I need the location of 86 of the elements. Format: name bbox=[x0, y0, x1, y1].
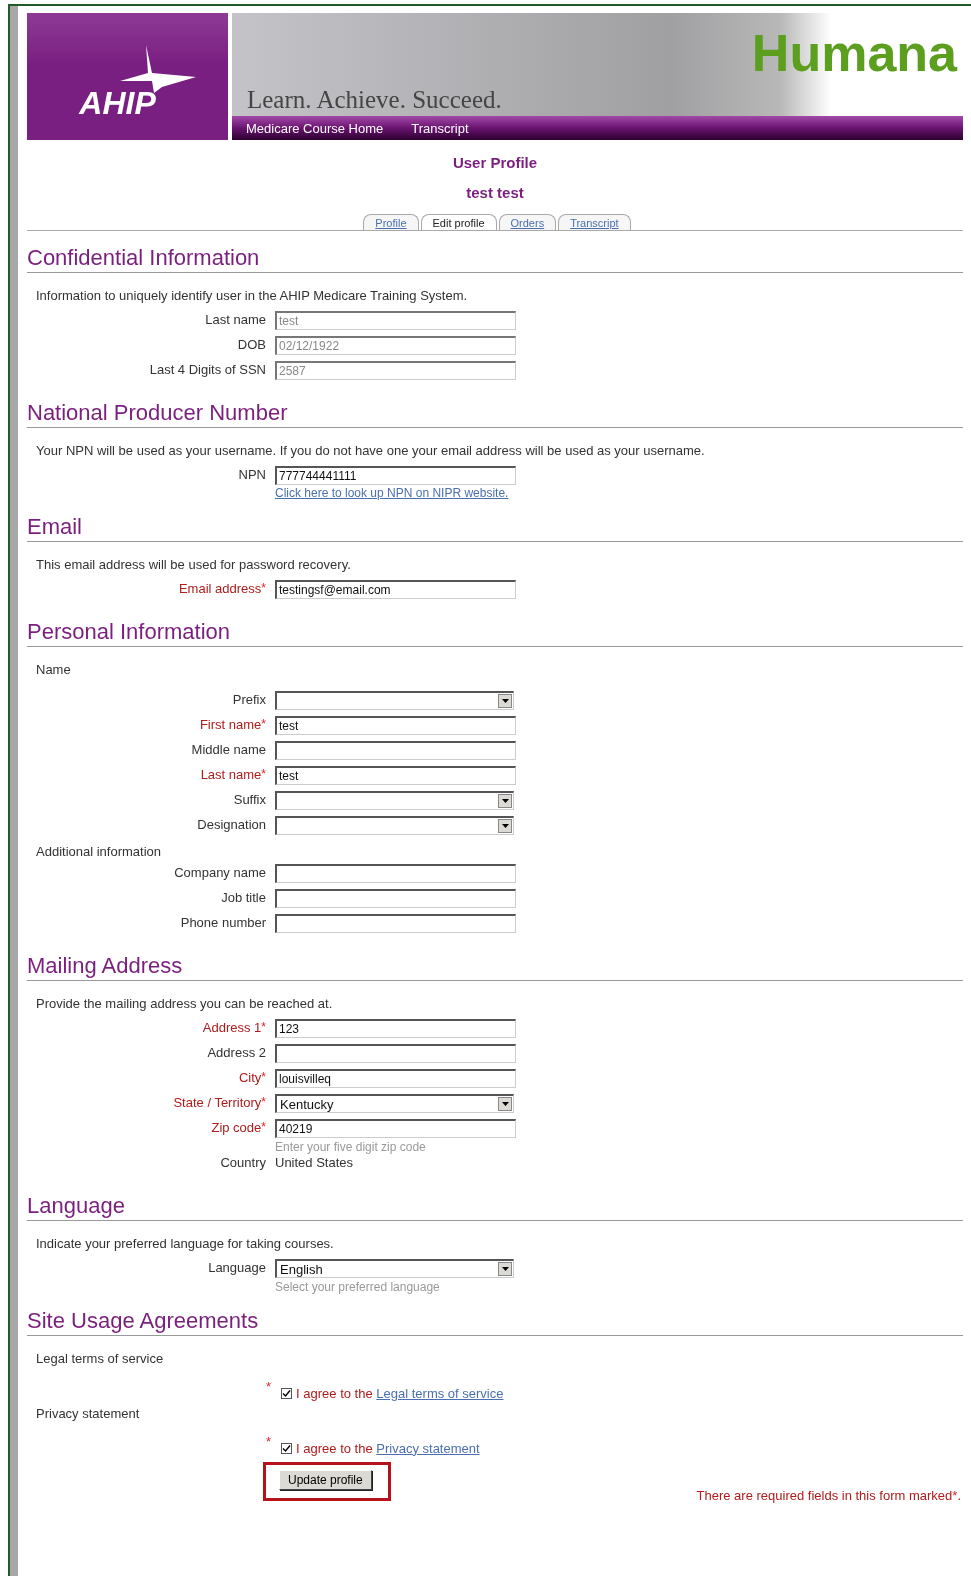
required-mark: * bbox=[261, 767, 266, 781]
required-fields-note: There are required fields in this form marked*. bbox=[696, 1488, 962, 1503]
field-label: Job title bbox=[221, 890, 266, 905]
required-mark: * bbox=[261, 717, 266, 731]
field-label: Company name bbox=[174, 865, 266, 880]
brand-logo: Humana bbox=[751, 27, 957, 79]
tagline: Learn. Achieve. Succeed. bbox=[247, 86, 502, 114]
required-mark: * bbox=[261, 1095, 266, 1109]
group-label: Legal terms of service bbox=[35, 1350, 165, 1368]
section-heading: Confidential Information bbox=[27, 231, 963, 273]
section-heading: Personal Information bbox=[27, 605, 963, 647]
field-label: Zip code bbox=[211, 1120, 262, 1135]
group-label: Name bbox=[35, 661, 72, 679]
section-heading: Mailing Address bbox=[27, 939, 963, 981]
field-label: DOB bbox=[237, 337, 266, 352]
text-field[interactable]: test bbox=[275, 716, 516, 735]
text-field[interactable] bbox=[275, 889, 516, 908]
section-heading: Language bbox=[27, 1179, 963, 1221]
field-label: Prefix bbox=[232, 692, 266, 707]
description-text: Your NPN will be used as your username. If you do not have one your email address will be used as your username. bbox=[35, 442, 706, 460]
group-label: Privacy statement bbox=[35, 1405, 141, 1423]
text-field[interactable] bbox=[275, 741, 516, 760]
text-field[interactable]: 123 bbox=[275, 1019, 516, 1038]
required-mark: * bbox=[266, 1379, 272, 1394]
description-text: Provide the mailing address you can be reached at. bbox=[35, 995, 334, 1013]
text-field[interactable]: testingsf@email.com bbox=[275, 580, 516, 599]
nav-link[interactable]: Transcript bbox=[411, 120, 469, 136]
required-mark: * bbox=[261, 1120, 266, 1134]
description-text: This email address will be used for password recovery. bbox=[35, 556, 352, 574]
description-text: Information to uniquely identify user in the AHIP Medicare Training System. bbox=[35, 287, 469, 305]
link[interactable]: Click here to look up NPN on NIPR website. bbox=[275, 486, 509, 500]
text-field[interactable] bbox=[275, 864, 516, 883]
field-label: First name bbox=[199, 717, 262, 732]
agreement-text: I agree to the Privacy statement bbox=[296, 1440, 480, 1456]
description-text: Indicate your preferred language for taking courses. bbox=[35, 1235, 335, 1253]
field-label: Address 2 bbox=[207, 1045, 266, 1060]
field-label: Last name bbox=[205, 312, 266, 327]
dropdown[interactable] bbox=[275, 816, 514, 835]
required-mark: * bbox=[261, 581, 266, 595]
text-field[interactable]: louisvilleq bbox=[275, 1069, 516, 1088]
field-value: United States bbox=[275, 1154, 354, 1170]
hint-text: Select your preferred language bbox=[275, 1280, 440, 1294]
field-label: Phone number bbox=[180, 915, 266, 930]
section-heading: Site Usage Agreements bbox=[27, 1294, 963, 1336]
field-label: Last name bbox=[200, 767, 262, 782]
dropdown[interactable] bbox=[275, 791, 514, 810]
field-label: Suffix bbox=[233, 792, 266, 807]
dropdown[interactable] bbox=[275, 691, 514, 710]
tab[interactable]: Transcript bbox=[558, 214, 631, 230]
dropdown[interactable]: English bbox=[275, 1259, 514, 1278]
update-profile-button[interactable]: Update profile bbox=[279, 1470, 372, 1490]
text-field[interactable]: 777744441111 bbox=[275, 466, 516, 485]
field-label: NPN bbox=[238, 467, 266, 482]
field-label: City bbox=[238, 1070, 262, 1085]
dropdown[interactable]: Kentucky bbox=[275, 1094, 514, 1113]
text-field[interactable]: test bbox=[275, 766, 516, 785]
checkbox[interactable] bbox=[281, 1387, 293, 1399]
required-mark: * bbox=[266, 1434, 272, 1449]
field-label: Last 4 Digits of SSN bbox=[149, 362, 266, 377]
required-mark: * bbox=[261, 1020, 266, 1034]
link[interactable]: Privacy statement bbox=[376, 1440, 480, 1456]
text-field[interactable]: 40219 bbox=[275, 1119, 516, 1138]
field-label: Middle name bbox=[191, 742, 266, 757]
tab[interactable]: Orders bbox=[498, 214, 557, 230]
text-field[interactable] bbox=[275, 914, 516, 933]
checkbox[interactable] bbox=[281, 1442, 293, 1454]
field-label: Language bbox=[208, 1260, 266, 1275]
page-title: User Profile bbox=[451, 154, 539, 172]
tab[interactable]: Profile bbox=[363, 214, 419, 230]
agreement-text: I agree to the Legal terms of service bbox=[296, 1385, 504, 1401]
logo-text: AHIP bbox=[79, 86, 156, 119]
user-name: test test bbox=[465, 184, 525, 202]
tab[interactable]: Edit profile bbox=[420, 214, 497, 230]
hint-text: Enter your five digit zip code bbox=[275, 1140, 426, 1154]
nav-link[interactable]: Medicare Course Home bbox=[246, 120, 384, 136]
field-label: State / Territory bbox=[173, 1095, 262, 1110]
section-heading: Email bbox=[27, 500, 963, 542]
link[interactable]: Legal terms of service bbox=[376, 1385, 504, 1401]
field-label: Designation bbox=[197, 817, 266, 832]
field-label: Country bbox=[220, 1155, 266, 1170]
required-mark: * bbox=[261, 1070, 266, 1084]
field-label: Email address bbox=[178, 581, 262, 596]
section-heading: National Producer Number bbox=[27, 386, 963, 428]
field-label: Address 1 bbox=[202, 1020, 262, 1035]
group-label: Additional information bbox=[35, 843, 163, 861]
text-field[interactable] bbox=[275, 1044, 516, 1063]
